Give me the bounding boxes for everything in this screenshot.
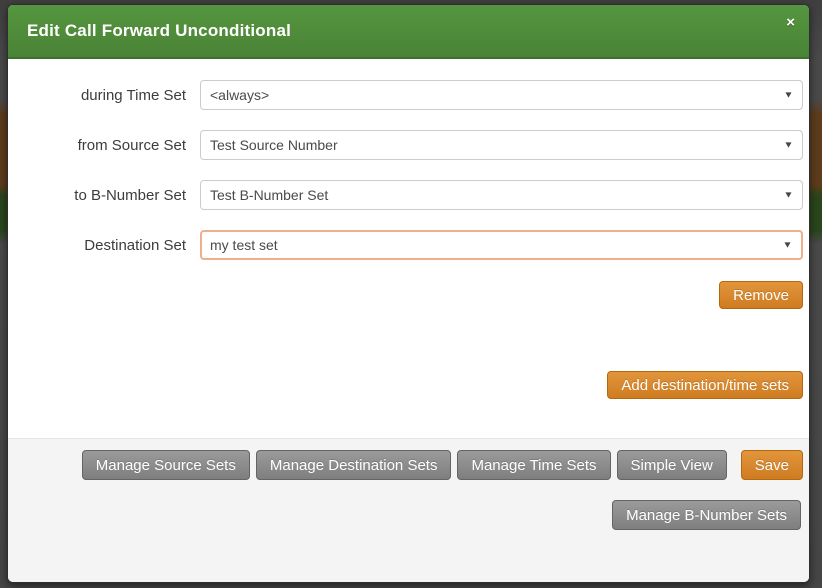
source-set-select[interactable]: Test Source Number ▼: [200, 130, 803, 160]
destination-set-label: Destination Set: [8, 237, 200, 254]
add-destination-time-sets-button[interactable]: Add destination/time sets: [607, 371, 803, 399]
manage-source-sets-button[interactable]: Manage Source Sets: [82, 450, 250, 480]
save-button[interactable]: Save: [741, 450, 803, 480]
modal-footer: Manage Source Sets Manage Destination Se…: [8, 438, 809, 582]
bnumber-set-select[interactable]: Test B-Number Set ▼: [200, 180, 803, 210]
time-set-value: <always>: [210, 87, 269, 103]
close-icon[interactable]: ×: [786, 15, 795, 30]
bnumber-set-label: to B-Number Set: [8, 187, 200, 204]
remove-button[interactable]: Remove: [719, 281, 803, 309]
source-set-label: from Source Set: [8, 137, 200, 154]
chevron-down-icon: ▼: [782, 240, 792, 250]
form-row-time-set: during Time Set <always> ▼: [8, 80, 803, 110]
source-set-value: Test Source Number: [210, 137, 338, 153]
manage-destination-sets-button[interactable]: Manage Destination Sets: [256, 450, 452, 480]
add-row: Add destination/time sets: [8, 371, 803, 399]
remove-row: Remove: [8, 281, 803, 309]
form-row-destination-set: Destination Set my test set ▼: [8, 230, 803, 260]
modal-title: Edit Call Forward Unconditional: [27, 21, 291, 41]
modal-header: Edit Call Forward Unconditional ×: [8, 5, 809, 59]
form-row-bnumber-set: to B-Number Set Test B-Number Set ▼: [8, 180, 803, 210]
manage-time-sets-button[interactable]: Manage Time Sets: [457, 450, 610, 480]
chevron-down-icon: ▼: [783, 190, 793, 200]
simple-view-button[interactable]: Simple View: [617, 450, 727, 480]
destination-set-value: my test set: [210, 237, 278, 253]
edit-call-forward-modal: Edit Call Forward Unconditional × during…: [7, 4, 810, 583]
chevron-down-icon: ▼: [783, 140, 793, 150]
bnumber-set-value: Test B-Number Set: [210, 187, 328, 203]
manage-bnumber-sets-button[interactable]: Manage B-Number Sets: [612, 500, 801, 530]
footer-button-row-2: Manage B-Number Sets: [8, 500, 803, 530]
modal-body: during Time Set <always> ▼ from Source S…: [8, 59, 809, 399]
time-set-select[interactable]: <always> ▼: [200, 80, 803, 110]
footer-button-row: Manage Source Sets Manage Destination Se…: [8, 450, 803, 480]
chevron-down-icon: ▼: [783, 90, 793, 100]
destination-set-select[interactable]: my test set ▼: [200, 230, 803, 260]
form-row-source-set: from Source Set Test Source Number ▼: [8, 130, 803, 160]
time-set-label: during Time Set: [8, 87, 200, 104]
